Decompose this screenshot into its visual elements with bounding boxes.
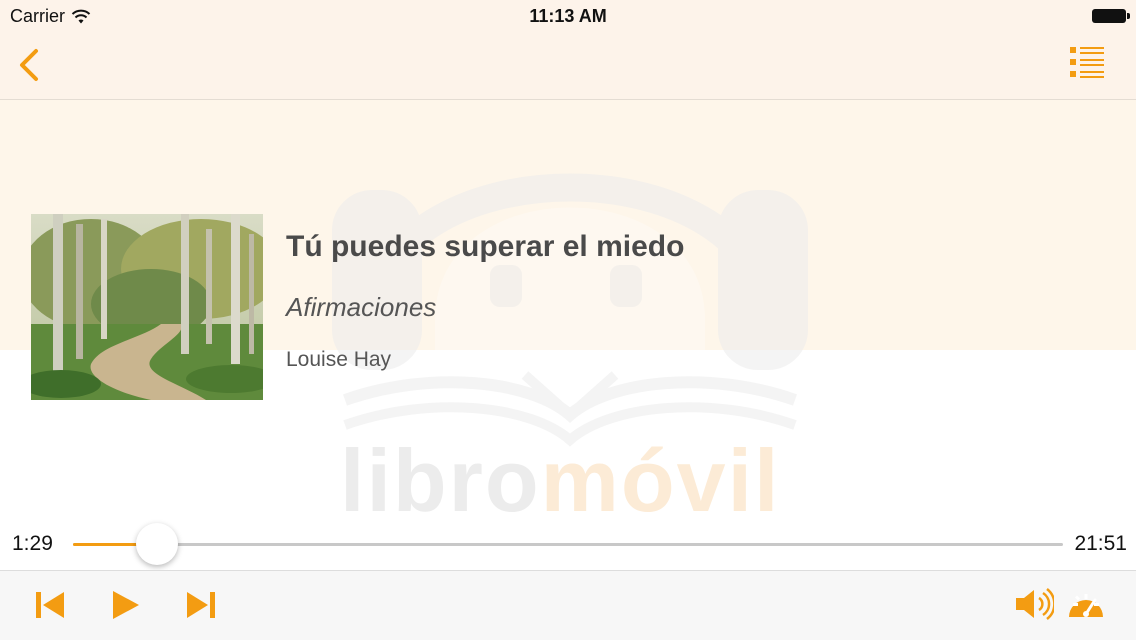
clock: 11:13 AM [529,6,607,26]
volume-button[interactable] [1014,587,1056,626]
player-controls [0,570,1136,640]
total-time: 21:51 [1074,532,1127,555]
book-author: Louise Hay [286,348,392,371]
forest-path-illustration [31,214,263,400]
skip-forward-icon [187,592,215,618]
navigation-bar [0,32,1136,100]
play-button[interactable] [110,589,142,626]
watermark-brand-part2: móvil [540,431,781,530]
speedometer-icon [1069,594,1103,617]
list-icon [1070,47,1104,78]
book-title: Tú puedes superar el miedo [286,230,685,263]
back-button[interactable] [14,46,48,86]
next-button[interactable] [185,589,217,626]
previous-button[interactable] [34,589,66,626]
chapters-button[interactable] [1068,44,1106,82]
progress-slider[interactable] [73,523,1063,565]
battery-icon [1092,9,1130,23]
play-icon [113,591,139,619]
watermark-brand-part1: libro [340,431,541,530]
book-cover-image [31,214,263,400]
elapsed-time: 1:29 [12,532,53,555]
watermark-brand: libromóvil [340,430,781,532]
skip-back-icon [36,592,64,618]
speaker-icon [1016,588,1056,620]
playback-speed-button[interactable] [1067,587,1105,626]
status-bar: Carrier 11:13 AM [0,0,1136,32]
progress-thumb[interactable] [136,523,179,565]
chevron-left-icon [20,49,38,81]
book-subtitle: Afirmaciones [286,292,437,322]
